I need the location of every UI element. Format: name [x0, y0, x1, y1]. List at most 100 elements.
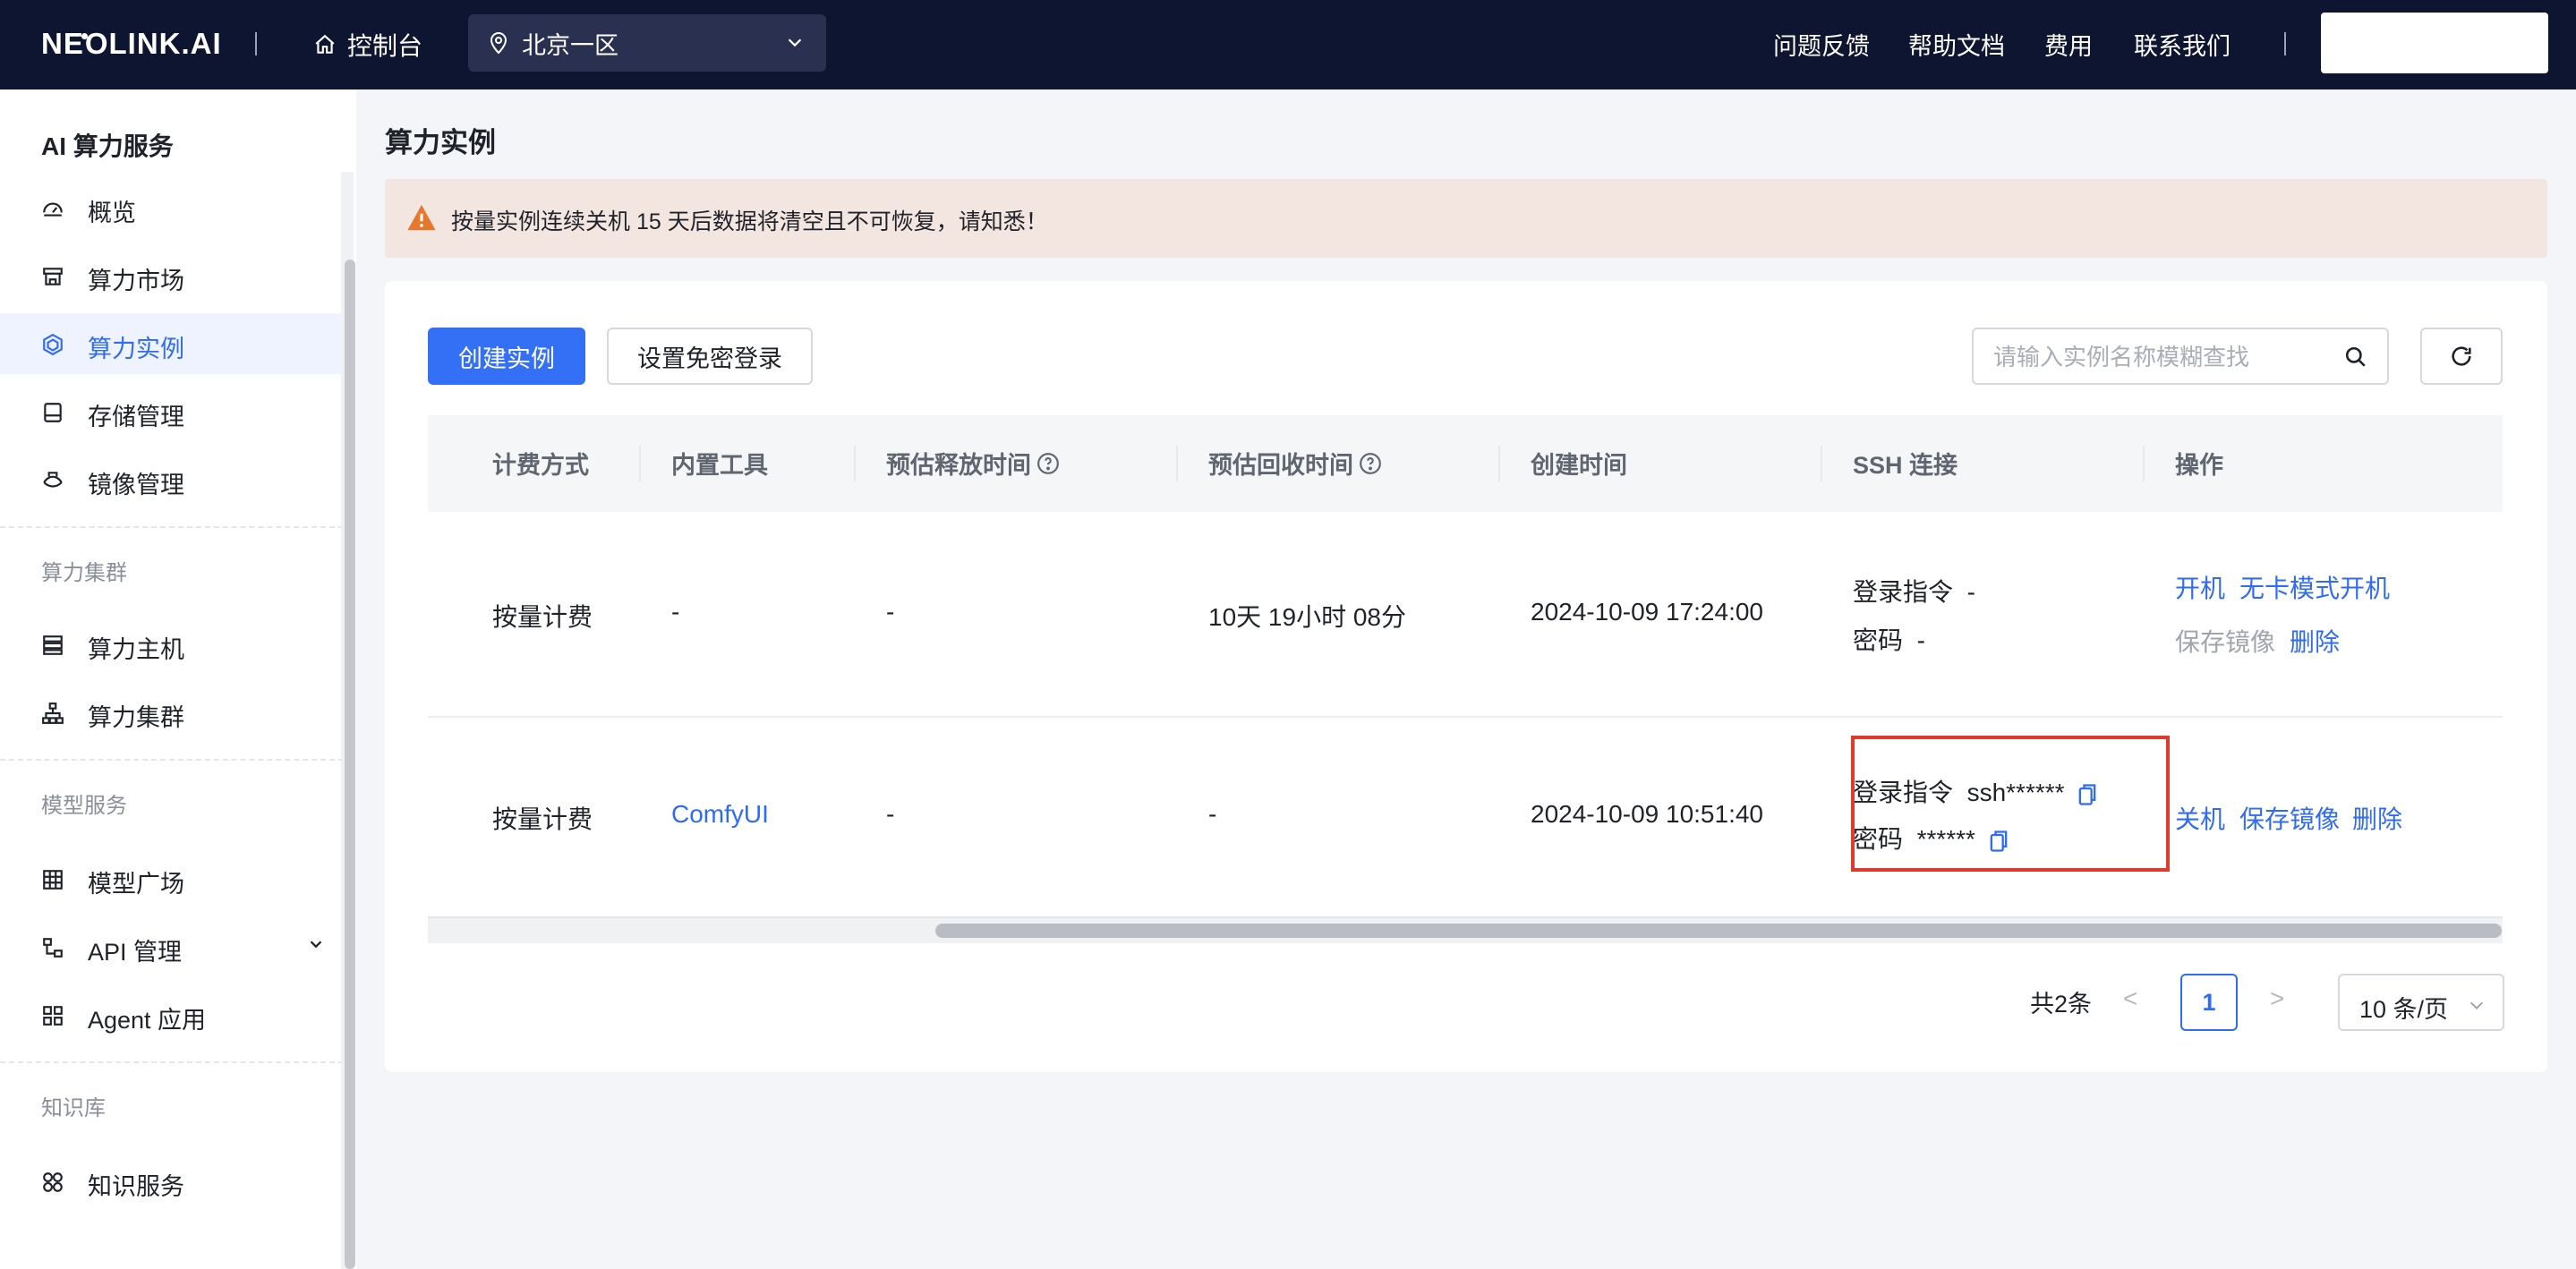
- table-header: 计费方式 内置工具 预估释放时间 预估回收时间 创建时间 SSH 连接 操作: [428, 415, 2503, 512]
- nav-contact[interactable]: 联系我们: [2134, 27, 2231, 62]
- sidebar-item-label: 算力主机: [88, 636, 184, 663]
- divider: [0, 526, 344, 528]
- region-value: 北京一区: [522, 31, 618, 59]
- divider: [1821, 446, 1822, 481]
- save-image-link[interactable]: 保存镜像: [2239, 800, 2340, 836]
- gauge-icon: [43, 202, 63, 217]
- warning-icon: [407, 204, 436, 231]
- column-header-billing: 计费方式: [492, 452, 589, 479]
- search-icon[interactable]: [2344, 345, 2367, 369]
- nav-billing[interactable]: 费用: [2044, 27, 2093, 62]
- sidebar-item-clusters[interactable]: 算力集群: [0, 682, 344, 743]
- cluster-icon: [42, 703, 64, 724]
- refresh-button[interactable]: [2420, 328, 2503, 385]
- power-off-link[interactable]: 关机: [2175, 800, 2225, 836]
- sidebar-group-knowledge: 知识库: [41, 1096, 106, 1120]
- divider: [2143, 446, 2145, 481]
- search-box: [1972, 328, 2389, 385]
- sidebar-item-label: 算力集群: [88, 704, 184, 731]
- recycle-time-cell: -: [1208, 800, 1217, 828]
- divider: [0, 759, 344, 761]
- nav-docs[interactable]: 帮助文档: [1908, 27, 2005, 62]
- prev-page-button[interactable]: <: [2123, 984, 2137, 1013]
- divider: [639, 446, 641, 481]
- power-on-link[interactable]: 开机: [2175, 569, 2225, 605]
- ssh-login: 登录指令 -: [1853, 573, 1975, 609]
- api-icon: [43, 938, 63, 958]
- top-bar: NEOLINK.AI 控制台 北京一区 问题反馈 帮助文档 费用 联系我们: [0, 0, 2576, 89]
- logo[interactable]: NEOLINK.AI: [41, 27, 222, 61]
- sidebar-scrollbar-thumb[interactable]: [345, 260, 355, 1269]
- column-header-label: 预估回收时间: [1208, 452, 1353, 479]
- sidebar-item-label: 模型广场: [88, 871, 184, 898]
- column-header-actions: 操作: [2175, 452, 2223, 479]
- ssh-highlight-box: [1851, 736, 2170, 872]
- sidebar-item-hosts[interactable]: 算力主机: [0, 614, 344, 675]
- sidebar-title: AI 算力服务: [41, 132, 174, 160]
- sidebar-item-label: 知识服务: [88, 1173, 184, 1200]
- column-header-recycle: 预估回收时间: [1208, 446, 1382, 481]
- divider: [0, 1061, 344, 1063]
- chevron-down-icon: [788, 38, 802, 47]
- nav-feedback[interactable]: 问题反馈: [1773, 27, 1870, 62]
- console-link[interactable]: 控制台: [313, 27, 422, 63]
- sidebar-item-images[interactable]: 镜像管理: [0, 449, 344, 510]
- sidebar-item-label: 镜像管理: [88, 472, 184, 498]
- knowledge-icon: [43, 1172, 63, 1192]
- instance-icon: [43, 333, 63, 356]
- sidebar-item-instances[interactable]: 算力实例: [0, 313, 345, 374]
- billing-cell: 按量计费: [492, 603, 593, 631]
- save-image-link-disabled: 保存镜像: [2175, 628, 2276, 656]
- divider: [1498, 446, 1500, 481]
- page-number-current[interactable]: 1: [2180, 974, 2238, 1031]
- next-page-button[interactable]: >: [2270, 984, 2284, 1013]
- alert-text: 按量实例连续关机 15 天后数据将清空且不可恢复，请知悉！: [451, 209, 1048, 234]
- search-input[interactable]: [1992, 340, 2344, 374]
- sidebar: AI 算力服务 概览 算力市场 算力实例 存储管理 镜像管理 算力集群 算力主机…: [0, 89, 356, 1269]
- power-on-no-gpu-link[interactable]: 无卡模式开机: [2239, 569, 2390, 605]
- image-icon: [43, 472, 63, 488]
- table-scrollbar-thumb[interactable]: [935, 924, 2502, 938]
- sidebar-group-model: 模型服务: [41, 794, 127, 818]
- help-icon[interactable]: [1359, 452, 1382, 475]
- sidebar-item-model-square[interactable]: 模型广场: [0, 848, 344, 909]
- passwordless-login-button[interactable]: 设置免密登录: [607, 328, 813, 385]
- ssh-login-label: 登录指令: [1853, 578, 1954, 606]
- release-time-cell: -: [886, 598, 895, 626]
- user-menu[interactable]: [2321, 13, 2548, 73]
- recycle-time-cell: 10天 19小时 08分: [1208, 603, 1406, 631]
- billing-cell: 按量计费: [492, 805, 593, 833]
- sidebar-item-storage[interactable]: 存储管理: [0, 381, 344, 442]
- create-instance-button[interactable]: 创建实例: [428, 328, 585, 385]
- page-size-select[interactable]: 10 条/页: [2338, 974, 2504, 1031]
- column-header-created: 创建时间: [1531, 452, 1627, 479]
- divider: [255, 32, 257, 55]
- delete-link[interactable]: 删除: [2352, 800, 2402, 836]
- tool-link-comfyui[interactable]: ComfyUI: [671, 800, 769, 829]
- sidebar-item-label: 算力实例: [88, 336, 184, 362]
- column-header-tool: 内置工具: [671, 452, 768, 479]
- sidebar-item-agent[interactable]: Agent 应用: [0, 984, 344, 1045]
- home-icon: [315, 34, 335, 54]
- ssh-login-value: -: [1966, 578, 1975, 606]
- sidebar-item-label: Agent 应用: [88, 1007, 207, 1034]
- divider: [854, 446, 856, 481]
- sidebar-item-market[interactable]: 算力市场: [0, 245, 344, 306]
- sidebar-item-overview[interactable]: 概览: [0, 177, 344, 238]
- warning-alert: 按量实例连续关机 15 天后数据将清空且不可恢复，请知悉！: [385, 179, 2547, 258]
- page-size-value: 10 条/页: [2359, 996, 2449, 1023]
- sidebar-item-label: 概览: [88, 200, 136, 226]
- model-square-icon: [43, 870, 63, 890]
- sidebar-item-knowledge[interactable]: 知识服务: [0, 1151, 344, 1212]
- delete-link[interactable]: 删除: [2290, 623, 2340, 659]
- refresh-icon: [2452, 346, 2471, 366]
- sidebar-item-api[interactable]: API 管理: [0, 916, 344, 977]
- pagination-total: 共2条: [2030, 991, 2093, 1018]
- created-time-cell: 2024-10-09 17:24:00: [1531, 598, 1763, 626]
- ssh-password: 密码 -: [1853, 621, 1925, 657]
- chevron-down-icon: [2469, 1001, 2484, 1009]
- page-title: 算力实例: [385, 127, 496, 158]
- help-icon[interactable]: [1036, 452, 1060, 475]
- region-select[interactable]: 北京一区: [468, 14, 826, 72]
- instances-card: 创建实例 设置免密登录 计费方式 内置工具 预估释放时间 预估回收时间 创建时间: [385, 281, 2547, 1072]
